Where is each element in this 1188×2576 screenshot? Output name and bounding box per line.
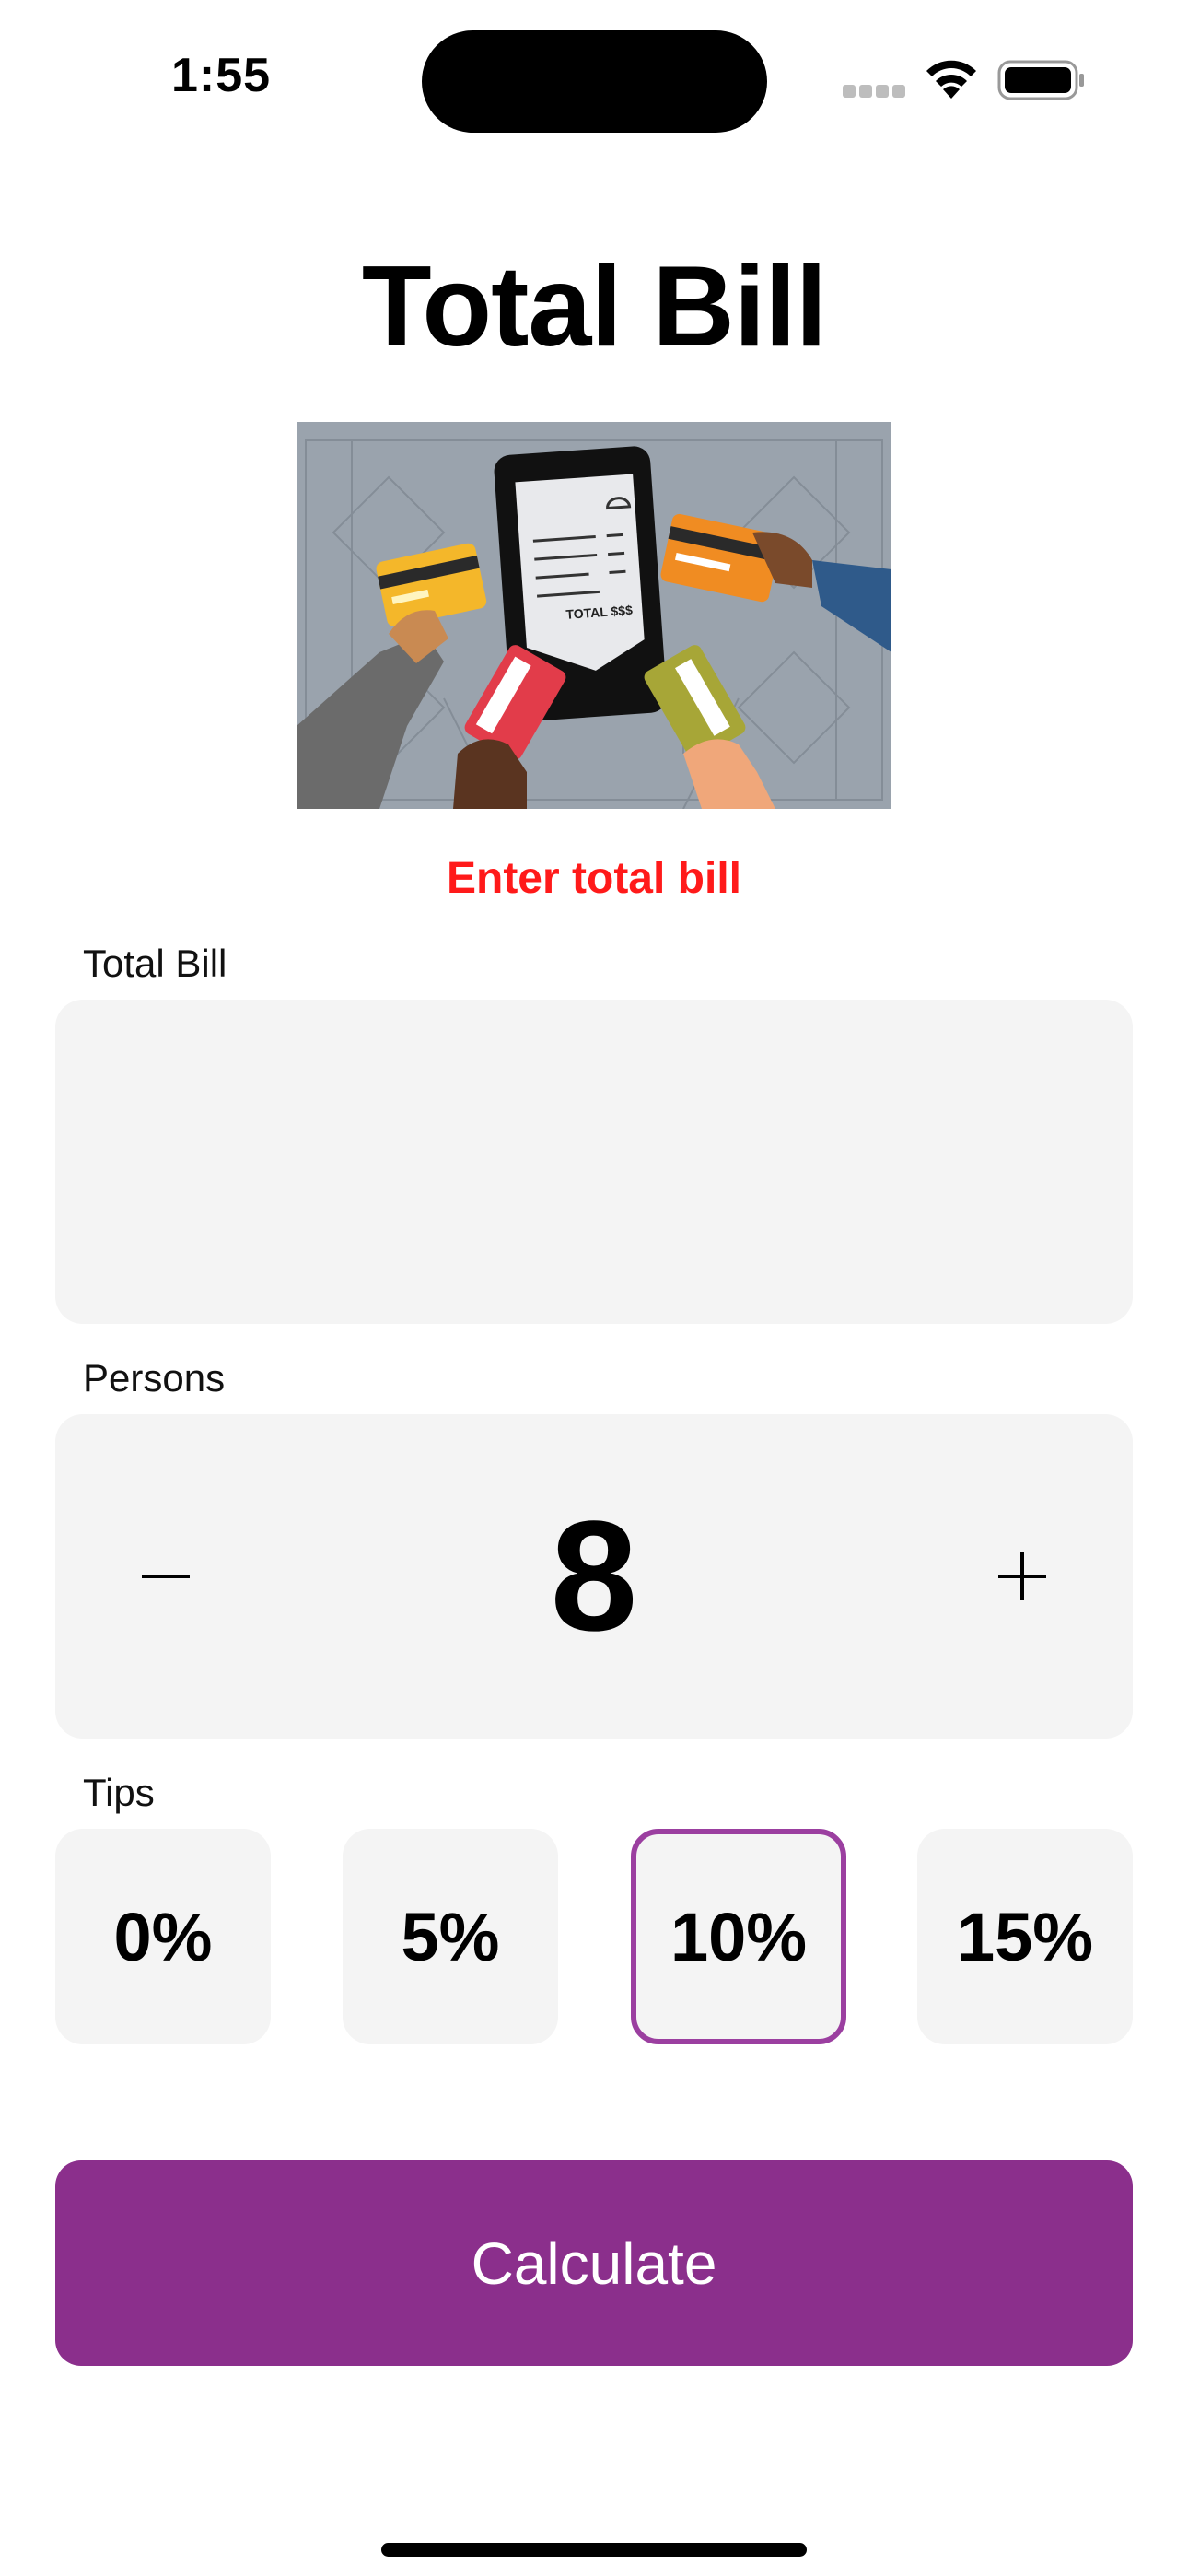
minus-icon [142, 1575, 190, 1578]
page-title: Total Bill [361, 243, 827, 370]
bill-illustration: TOTAL $$$ [297, 422, 891, 809]
persons-label: Persons [83, 1356, 226, 1399]
tip-option-15[interactable]: 15% [917, 1829, 1133, 2044]
dynamic-island [422, 30, 767, 133]
calculate-button[interactable]: Calculate [55, 2160, 1133, 2366]
tip-option-5[interactable]: 5% [343, 1829, 558, 2044]
error-message: Enter total bill [446, 854, 741, 903]
bill-label: Total Bill [83, 942, 227, 985]
wifi-icon [926, 60, 976, 99]
battery-icon [997, 60, 1084, 100]
total-bill-input[interactable] [55, 1000, 1133, 1324]
tip-option-10[interactable]: 10% [631, 1829, 846, 2044]
plus-icon [998, 1552, 1046, 1600]
cellular-signal-icon [843, 85, 905, 98]
tips-label: Tips [83, 1771, 155, 1814]
tip-option-0[interactable]: 0% [55, 1829, 271, 2044]
increment-button[interactable] [930, 1414, 1114, 1739]
decrement-button[interactable] [74, 1414, 258, 1739]
persons-stepper: 8 [55, 1414, 1133, 1739]
status-time: 1:55 [171, 49, 272, 102]
home-indicator [381, 2543, 807, 2557]
